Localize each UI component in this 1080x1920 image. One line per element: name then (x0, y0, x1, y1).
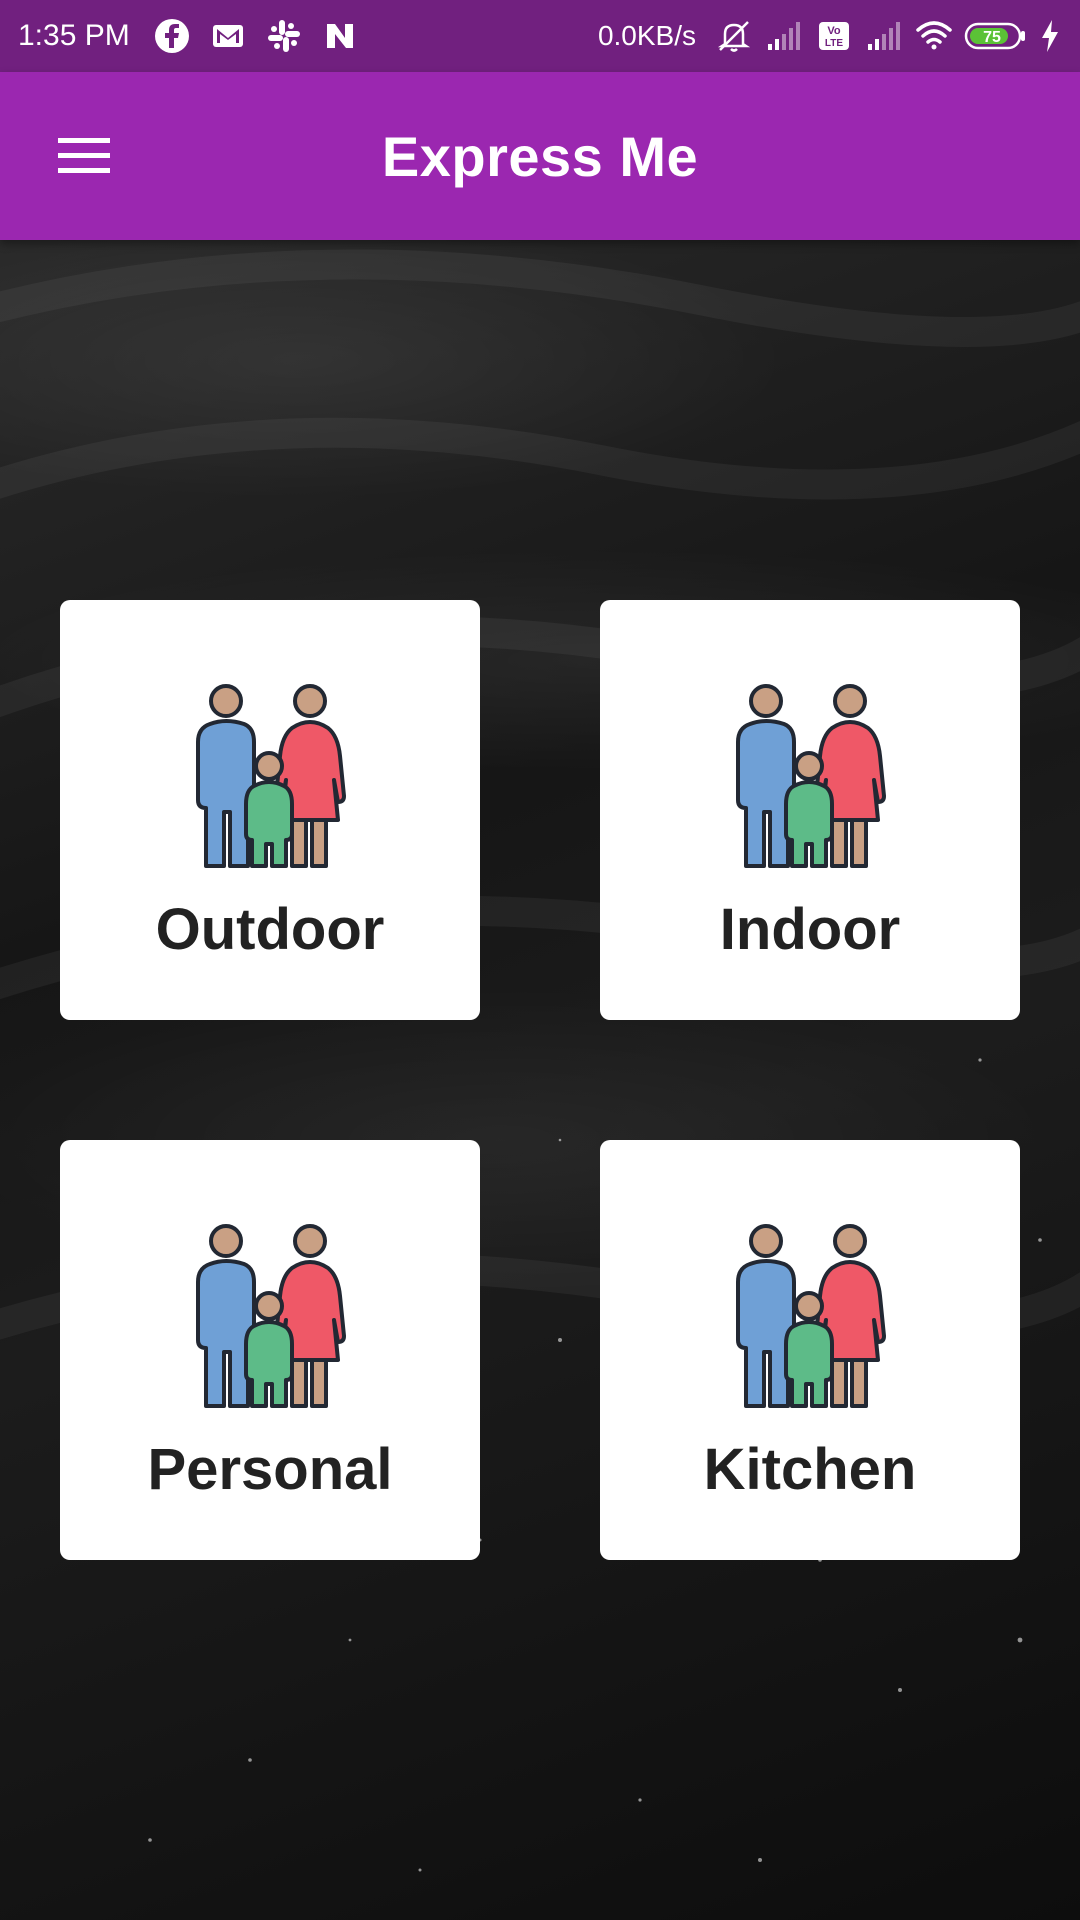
family-icon (188, 1224, 352, 1408)
svg-text:LTE: LTE (825, 38, 843, 49)
category-card-personal[interactable]: Personal (60, 1140, 480, 1560)
category-card-indoor[interactable]: Indoor (600, 600, 1020, 1020)
network-speed: 0.0KB/s (597, 20, 696, 51)
charging-icon (1038, 16, 1062, 56)
facebook-icon (152, 16, 192, 56)
family-icon (728, 1224, 892, 1408)
category-card-kitchen[interactable]: Kitchen (600, 1140, 1020, 1560)
slack-icon (264, 16, 304, 56)
system-icons: 0.0KB/s Vo LTE 75 (598, 16, 1062, 56)
app-bar: Express Me (0, 72, 1080, 240)
category-label: Indoor (719, 897, 901, 962)
n-app-icon (320, 16, 360, 56)
wifi-icon (914, 16, 954, 56)
category-label: Personal (147, 1437, 393, 1502)
bell-muted-icon (714, 16, 754, 56)
volte-icon: Vo LTE (814, 16, 854, 56)
status-bar: 1:35 PM 0.0KB/s Vo LTE 75 (0, 0, 1080, 72)
battery-level: 75 (983, 29, 1001, 46)
family-icon (728, 684, 892, 868)
battery-icon: 75 (964, 16, 1028, 56)
category-label: Kitchen (703, 1437, 917, 1502)
content-area (0, 240, 1080, 1920)
notification-icons (152, 16, 360, 56)
app-title: Express Me (381, 124, 699, 188)
svg-text:Vo: Vo (827, 25, 841, 37)
category-card-outdoor[interactable]: Outdoor (60, 600, 480, 1020)
signal-1-icon (764, 16, 804, 56)
category-label: Outdoor (155, 897, 385, 962)
signal-2-icon (864, 16, 904, 56)
status-time: 1:35 PM (18, 19, 130, 52)
sand-background (0, 249, 1080, 1872)
family-icon (188, 684, 352, 868)
gmail-icon (208, 16, 248, 56)
